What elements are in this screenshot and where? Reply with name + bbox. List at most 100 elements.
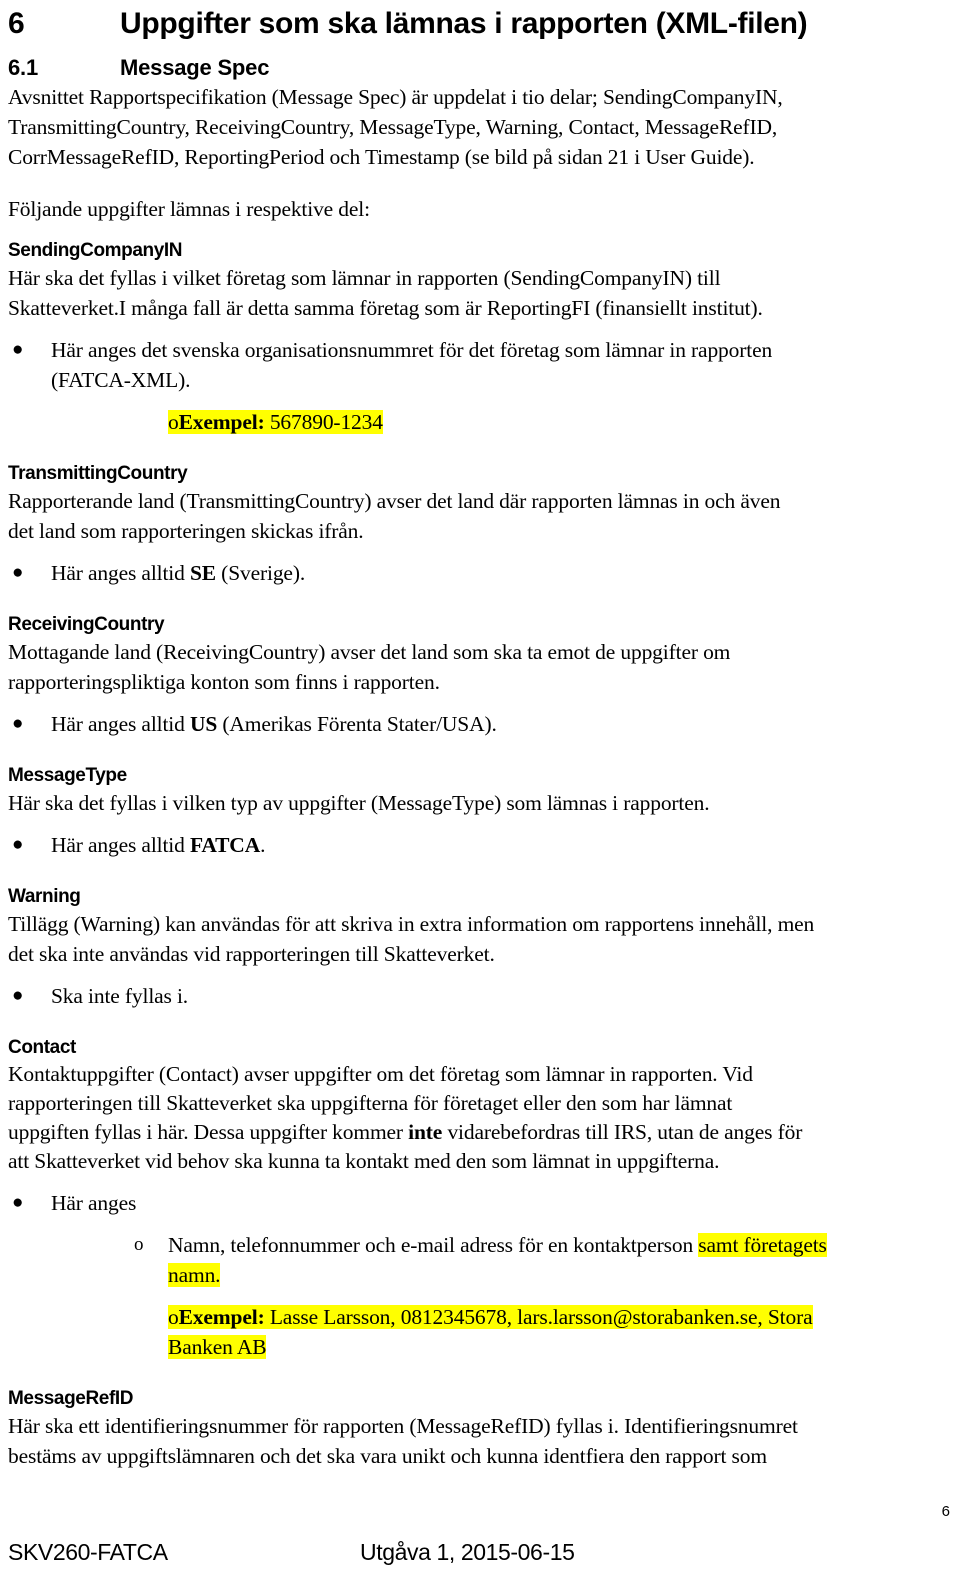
page-number: 6 xyxy=(941,1503,950,1520)
body-line-1: Kontaktuppgifter (Contact) avser uppgift… xyxy=(8,1062,753,1086)
bullet-text-bold: SE xyxy=(189,561,216,585)
bullet-text-pre: Här anges alltid xyxy=(51,561,190,585)
subsection-heading-warning: Warning xyxy=(8,886,81,907)
body-line-2: rapporteringen till Skatteverket ska upp… xyxy=(8,1091,733,1115)
subsection-heading-messagerefid: MessageRefID xyxy=(8,1388,134,1409)
body-line-3-post: vidarebefordras till IRS, utan de anges … xyxy=(442,1120,803,1144)
example-list-item-contact: oExempel: Lasse Larsson, 0812345678, lar… xyxy=(8,1302,952,1362)
heading2-title: Message Spec xyxy=(120,55,270,80)
subsection-heading-messagetype: MessageType xyxy=(8,765,127,786)
body-line-2: bestäms av uppgiftslämnaren och det ska … xyxy=(8,1444,767,1468)
body-line-1: Rapporterande land (TransmittingCountry)… xyxy=(8,489,781,513)
example-value: 567890-1234 xyxy=(269,410,383,434)
bullet-text-post: (Amerikas Förenta Stater/USA). xyxy=(217,712,497,736)
subsection-heading-transmittingcountry: TransmittingCountry xyxy=(8,463,188,484)
page-footer: SKV260-FATCA Utgåva 1, 2015-06-15 xyxy=(0,1537,960,1567)
sub-bullet-icon: o xyxy=(168,410,179,434)
bullet-icon: ● xyxy=(12,713,24,734)
highlighted-text: samt företagets xyxy=(698,1233,827,1257)
example-label: Exempel: xyxy=(178,410,265,434)
sub-bullet-icon: o xyxy=(134,1234,144,1255)
bullet-icon: ● xyxy=(12,562,24,583)
example-list-item-sendingcompanyin: oExempel: 567890-1234 xyxy=(8,407,952,437)
list-item: ● Ska inte fyllas i. xyxy=(8,981,952,1011)
list-item: ● Här anges det svenska organisationsnum… xyxy=(8,335,952,395)
bullet-icon: ● xyxy=(12,834,24,855)
highlighted-text-continued: namn. xyxy=(168,1263,221,1287)
body-line-1: Här ska ett identifieringsnummer för rap… xyxy=(8,1414,798,1438)
intro-line-2: TransmittingCountry, ReceivingCountry, M… xyxy=(8,115,778,139)
messagerefid-body: Här ska ett identifieringsnummer för rap… xyxy=(8,1411,952,1471)
body-line-2: rapporteringspliktiga konton som finns i… xyxy=(8,670,440,694)
intro-line-3: CorrMessageRefID, ReportingPeriod och Ti… xyxy=(8,145,755,169)
list-item: ● Här anges alltid SE (Sverige). xyxy=(8,558,952,588)
body-line-2: det land som rapporteringen skickas ifrå… xyxy=(8,519,364,543)
heading1-title: Uppgifter som ska lämnas i rapporten (XM… xyxy=(120,7,808,40)
bullet-text-pre: Här anges alltid xyxy=(51,833,190,857)
bullet-text-post: . xyxy=(260,833,266,857)
section-heading-message-spec: 6.1 Message Spec xyxy=(8,42,952,82)
footer-document-code: SKV260-FATCA xyxy=(8,1539,168,1565)
bullet-line-1: Här anges det svenska organisationsnummr… xyxy=(51,338,773,362)
subsection-heading-sendingcompanyin: SendingCompanyIN xyxy=(8,240,183,261)
subsection-heading-receivingcountry: ReceivingCountry xyxy=(8,614,165,635)
list-item: ● Här anges alltid FATCA. xyxy=(8,830,952,860)
bullet-text-bold: US xyxy=(189,712,218,736)
subsection-heading-contact: Contact xyxy=(8,1037,76,1058)
transmittingcountry-body: Rapporterande land (TransmittingCountry)… xyxy=(8,486,952,546)
bullet-icon: ● xyxy=(12,985,24,1006)
list-item: ● Här anges xyxy=(8,1188,952,1218)
sendingcompanyin-body: Här ska det fyllas i vilket företag som … xyxy=(8,263,952,323)
example-label: Exempel: xyxy=(178,1305,265,1329)
body-line-4: att Skatteverket vid behov ska kunna ta … xyxy=(8,1149,720,1173)
bullet-icon: ● xyxy=(12,339,24,360)
bullet-text-bold: FATCA xyxy=(189,833,261,857)
body-line-1: Tillägg (Warning) kan användas för att s… xyxy=(8,912,815,936)
list-item: ● Här anges alltid US (Amerikas Förenta … xyxy=(8,709,952,739)
messagetype-body: Här ska det fyllas i vilken typ av uppgi… xyxy=(8,788,952,818)
bullet-text-post: (Sverige). xyxy=(215,561,306,585)
contact-body: Kontaktuppgifter (Contact) avser uppgift… xyxy=(8,1060,952,1176)
body-line-3-bold: inte xyxy=(408,1120,443,1144)
body-line-1: Här ska det fyllas i vilken typ av uppgi… xyxy=(8,791,710,815)
bullet-text: Ska inte fyllas i. xyxy=(51,984,189,1008)
body-line-2: Skatteverket.I många fall är detta samma… xyxy=(8,296,763,320)
example-value-line-1: Lasse Larsson, 0812345678, lars.larsson@… xyxy=(264,1305,813,1329)
heading2-number: 6.1 xyxy=(8,55,38,80)
body-line-1: Här ska det fyllas i vilket företag som … xyxy=(8,266,721,290)
contact-sub-list-item-details: o Namn, telefonnummer och e-mail adress f… xyxy=(8,1230,952,1290)
document-page: 6 Uppgifter som ska lämnas i rapporten (… xyxy=(0,0,960,1581)
bullet-text-pre: Här anges alltid xyxy=(51,712,190,736)
body-line-3: uppgiften fyllas i här. Dessa uppgifter … xyxy=(8,1118,952,1147)
bullet-line-2: (FATCA-XML). xyxy=(51,368,191,392)
heading1-number: 6 xyxy=(8,7,25,40)
bullet-icon: ● xyxy=(12,1192,24,1213)
body-line-2: det ska inte användas vid rapporteringen… xyxy=(8,942,495,966)
footer-edition: Utgåva 1, 2015-06-15 xyxy=(360,1539,575,1565)
sub-item-plain-text: Namn, telefonnummer och e-mail adress fö… xyxy=(168,1233,699,1257)
warning-body: Tillägg (Warning) kan användas för att s… xyxy=(8,909,952,969)
intro-paragraph: Avsnittet Rapportspecifikation (Message … xyxy=(8,82,952,172)
body-line-3-pre: uppgiften fyllas i här. Dessa uppgifter … xyxy=(8,1120,409,1144)
receivingcountry-body: Mottagande land (ReceivingCountry) avser… xyxy=(8,637,952,697)
lead-paragraph: Följande uppgifter lämnas i respektive d… xyxy=(8,197,370,221)
page-title: 6 Uppgifter som ska lämnas i rapporten (… xyxy=(8,0,952,42)
sub-bullet-icon: o xyxy=(168,1305,179,1329)
